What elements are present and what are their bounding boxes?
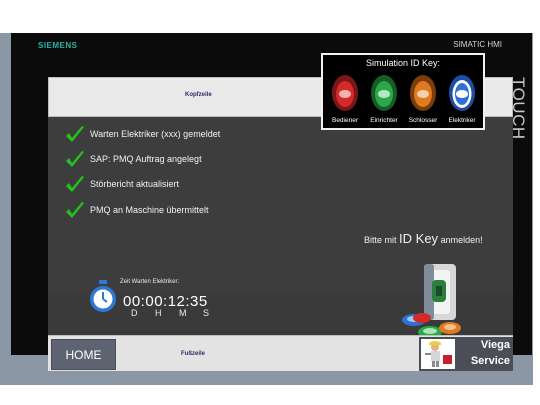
header-label: Kopfzeile [185,92,212,98]
id-key-label: Schlosser [408,117,438,124]
service-label-line2: Service [470,355,510,367]
viega-service-button[interactable]: Viega Service [419,337,513,371]
simulation-title: Simulation ID Key: [365,58,441,68]
status-step-label: PMQ an Maschine übermittelt [90,205,209,215]
timer-caption: Zeit Warten Elektriker: [120,279,180,285]
id-key-label: Einrichter [370,117,398,124]
timer-unit-seconds: S [203,308,210,318]
check-icon [66,202,84,218]
footer-label: Fußzeile [181,351,206,357]
siemens-logo: SIEMENS [38,41,78,50]
timer-unit-days: D [131,308,138,318]
id-key-label: Elektriker [448,117,476,124]
id-key-green-icon [371,75,397,111]
check-icon [66,126,84,142]
id-key-bediener[interactable]: Bediener [326,73,364,128]
login-prompt-suffix: anmelden! [440,235,483,245]
id-key-schlosser[interactable]: Schlosser [404,73,442,128]
service-worker-icon [421,339,455,369]
check-icon [66,151,84,167]
simulation-panel: Simulation ID Key: Bediener Einrichter S… [321,53,485,130]
id-key-orange-icon [410,75,436,111]
service-label-line1: Viega [480,339,510,351]
check-icon [66,176,84,192]
login-prompt: Bitte mit ID Key anmelden! [364,231,483,246]
id-key-label: Bediener [331,117,359,124]
timer-unit-hours: H [155,308,162,318]
login-prompt-key: ID Key [399,231,439,246]
id-key-blue-icon [449,75,475,111]
main-area: Warten Elektriker (xxx) gemeldet SAP: PM… [48,117,513,338]
id-key-red-icon [332,75,358,111]
status-step-label: Störbericht aktualisiert [90,179,180,189]
status-step-label: SAP: PMQ Auftrag angelegt [90,154,202,164]
home-button[interactable]: HOME [51,339,116,370]
id-key-elektriker[interactable]: Elektriker [443,73,481,128]
id-key-einrichter[interactable]: Einrichter [365,73,403,128]
model-label: SIMATIC HMI [453,40,502,49]
footer-bar: HOME Fußzeile Viega Service [48,335,513,371]
status-step-label: Warten Elektriker (xxx) gemeldet [90,129,221,139]
stopwatch-icon [90,280,116,312]
timer-unit-minutes: M [179,308,187,318]
login-prompt-prefix: Bitte mit [364,235,397,245]
